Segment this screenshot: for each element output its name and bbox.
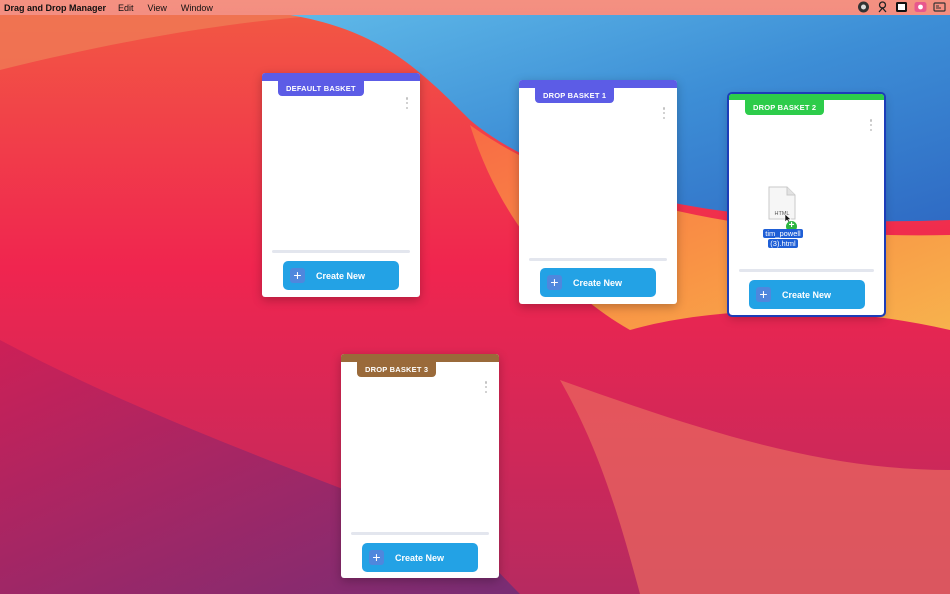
more-options-icon[interactable] <box>484 381 488 393</box>
basket-divider <box>351 532 489 535</box>
menu-window[interactable]: Window <box>181 3 213 13</box>
accessibility-icon[interactable] <box>876 1 889 13</box>
file-name-line1: tim_powell <box>763 229 803 238</box>
basket-color-stripe <box>519 80 677 88</box>
file-name: tim_powell (3).html <box>758 229 808 249</box>
create-new-button[interactable]: + Create New <box>540 268 656 297</box>
camera-icon[interactable] <box>914 1 927 13</box>
screenshot-icon[interactable] <box>933 1 946 13</box>
create-new-button[interactable]: + Create New <box>362 543 478 572</box>
menu-edit[interactable]: Edit <box>118 3 134 13</box>
display-icon[interactable] <box>895 1 908 13</box>
menu-view[interactable]: View <box>148 3 167 13</box>
plus-icon: + <box>756 287 771 302</box>
basket-divider <box>272 250 410 253</box>
create-new-label: Create New <box>316 270 366 281</box>
app-menu[interactable]: Drag and Drop Manager <box>4 3 106 13</box>
basket-divider <box>739 269 874 272</box>
basket-default[interactable]: DEFAULT BASKET + Create New <box>262 73 420 297</box>
create-new-button[interactable]: + Create New <box>749 280 865 309</box>
create-new-label: Create New <box>395 552 445 563</box>
menu-bar: Drag and Drop Manager Edit View Window <box>0 0 950 15</box>
basket-divider <box>529 258 667 261</box>
more-options-icon[interactable] <box>405 97 409 109</box>
basket-drop-1[interactable]: DROP BASKET 1 + Create New <box>519 80 677 304</box>
create-new-button[interactable]: + Create New <box>283 261 399 290</box>
plus-icon: + <box>369 550 384 565</box>
plus-icon: + <box>547 275 562 290</box>
create-new-label: Create New <box>573 277 623 288</box>
status-tray <box>857 1 946 13</box>
basket-drop-3[interactable]: DROP BASKET 3 + Create New <box>341 354 499 578</box>
basket-color-stripe <box>341 354 499 362</box>
more-options-icon[interactable] <box>662 107 666 119</box>
plus-icon: + <box>290 268 305 283</box>
basket-drop-2[interactable]: DROP BASKET 2 + Create New <box>727 92 886 317</box>
more-options-icon[interactable] <box>869 119 873 131</box>
basket-color-stripe <box>262 73 420 81</box>
file-name-line2: (3).html <box>768 239 798 248</box>
create-new-label: Create New <box>782 289 832 300</box>
basket-title: DROP BASKET 1 <box>535 88 615 103</box>
basket-title: DROP BASKET 2 <box>745 100 825 115</box>
basket-title: DEFAULT BASKET <box>278 81 364 96</box>
app-status-icon[interactable] <box>857 1 870 13</box>
basket-title: DROP BASKET 3 <box>357 362 437 377</box>
